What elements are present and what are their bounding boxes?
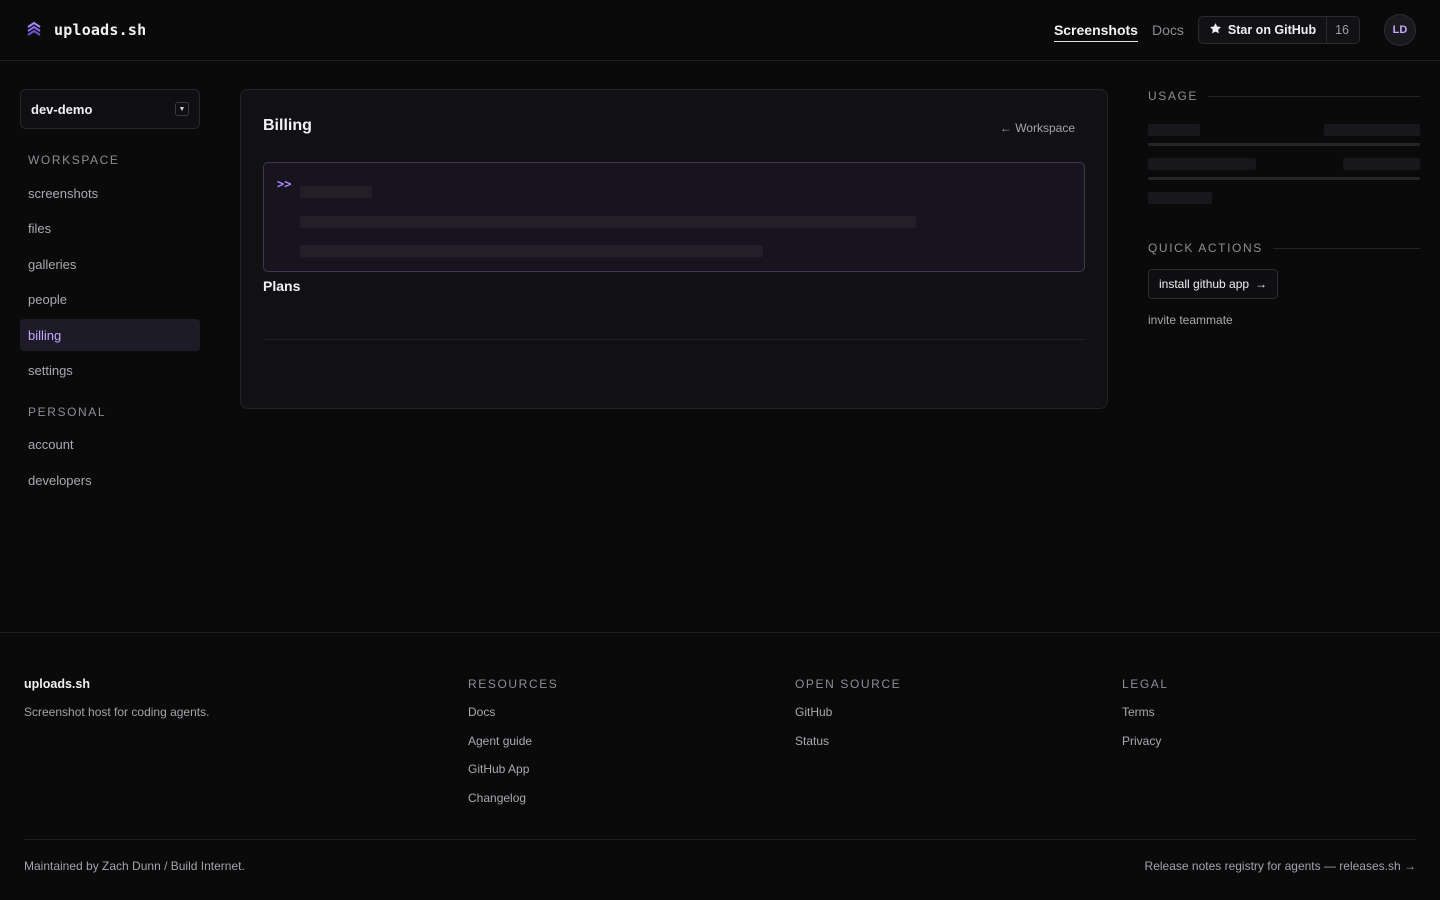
caret-down-icon: ▼ [175, 102, 189, 116]
skeleton-line [1148, 192, 1212, 204]
footer-tagline: Screenshot host for coding agents. [24, 705, 210, 719]
skeleton-line [300, 186, 372, 198]
avatar[interactable]: LD [1384, 14, 1416, 46]
footer-col-title: LEGAL [1122, 677, 1169, 691]
footer-col-open-source: OPEN SOURCE GitHub Status [795, 677, 901, 762]
sidebar-item-galleries[interactable]: galleries [20, 248, 200, 280]
sidebar-item-settings[interactable]: settings [20, 355, 200, 387]
usage-bar [1148, 143, 1420, 146]
nav-screenshots[interactable]: Screenshots [1053, 18, 1138, 42]
sidebar-item-people[interactable]: people [20, 284, 200, 316]
sidebar-item-screenshots[interactable]: screenshots [20, 177, 200, 209]
divider [1208, 95, 1420, 97]
footer-col-legal: LEGAL Terms Privacy [1122, 677, 1169, 762]
usage-title: USAGE [1148, 89, 1199, 103]
quick-actions-heading: QUICK ACTIONS [1148, 241, 1420, 255]
sidebar-item-files[interactable]: files [20, 213, 200, 245]
sidebar: dev-demo ▼ WORKSPACE screenshots files g… [20, 89, 200, 500]
brand[interactable]: uploads.sh [24, 20, 146, 40]
usage-bar [1148, 177, 1420, 180]
invite-teammate-link[interactable]: invite teammate [1148, 313, 1233, 327]
footer-link-docs[interactable]: Docs [468, 705, 558, 734]
footer-col-resources: RESOURCES Docs Agent guide GitHub App Ch… [468, 677, 558, 819]
footer-link-changelog[interactable]: Changelog [468, 791, 558, 820]
footer-link-status[interactable]: Status [795, 734, 901, 763]
sidebar-item-account[interactable]: account [20, 429, 200, 461]
sidebar-list-workspace: screenshots files galleries people billi… [20, 177, 200, 387]
star-count: 16 [1326, 16, 1349, 44]
back-to-workspace-link[interactable]: ← Workspace [1000, 121, 1075, 135]
divider [1272, 247, 1420, 249]
plans-heading: Plans [263, 278, 301, 294]
nav-docs[interactable]: Docs [1152, 18, 1184, 42]
logo-icon [24, 20, 44, 40]
sidebar-section-workspace: WORKSPACE [28, 153, 120, 167]
footer-link-privacy[interactable]: Privacy [1122, 734, 1169, 763]
workspace-select-value: dev-demo [31, 101, 93, 117]
footer-col-title: RESOURCES [468, 677, 559, 691]
footer-maintained[interactable]: Maintained by Zach Dunn / Build Internet… [24, 859, 245, 873]
install-github-app-label: install github app [1159, 277, 1250, 291]
skeleton-line [1148, 158, 1256, 170]
skeleton-line [1148, 124, 1200, 136]
footer-brand[interactable]: uploads.sh [24, 677, 90, 691]
brand-name: uploads.sh [54, 21, 147, 39]
top-nav: Screenshots Docs Star on GitHub 16 LD [1053, 14, 1416, 46]
skeleton-line [1343, 158, 1420, 170]
skeleton-line [1324, 124, 1420, 136]
current-plan-placeholder: >> [263, 162, 1085, 272]
footer-releases-link[interactable]: Release notes registry for agents — rele… [1145, 859, 1416, 873]
install-github-app-button[interactable]: install github app → [1148, 269, 1279, 299]
usage-heading: USAGE [1148, 89, 1420, 103]
footer-link-agent-guide[interactable]: Agent guide [468, 734, 558, 763]
quick-actions-title: QUICK ACTIONS [1148, 241, 1263, 255]
sidebar-item-developers[interactable]: developers [20, 464, 200, 496]
star-icon [1209, 22, 1222, 38]
right-panel: USAGE QUICK ACTIONS install github app →… [1148, 89, 1420, 327]
usage-skeleton [1148, 103, 1420, 207]
arrow-right-icon: → [1255, 277, 1268, 291]
divider [263, 339, 1085, 340]
chevron-double-right-icon: >> [277, 177, 292, 191]
sidebar-list-personal: account developers [20, 429, 200, 497]
star-github-button[interactable]: Star on GitHub 16 [1197, 16, 1360, 44]
sidebar-section-personal: PERSONAL [28, 404, 107, 419]
footer-col-title: OPEN SOURCE [795, 677, 902, 691]
top-bar: uploads.sh Screenshots Docs Star on GitH… [0, 0, 1440, 61]
skeleton-line [300, 245, 763, 257]
workspace-select[interactable]: dev-demo ▼ [20, 89, 200, 129]
footer-link-github-app[interactable]: GitHub App [468, 762, 558, 791]
star-github-label: Star on GitHub [1227, 23, 1317, 37]
footer: uploads.sh Screenshot host for coding ag… [0, 632, 1440, 900]
footer-link-terms[interactable]: Terms [1122, 705, 1169, 734]
sidebar-item-billing[interactable]: billing [20, 319, 200, 351]
skeleton-line [300, 216, 916, 228]
footer-link-github[interactable]: GitHub [795, 705, 901, 734]
page-title: Billing [263, 117, 312, 134]
divider [24, 839, 1416, 840]
billing-card: Billing ← Workspace >> Plans [240, 89, 1108, 409]
